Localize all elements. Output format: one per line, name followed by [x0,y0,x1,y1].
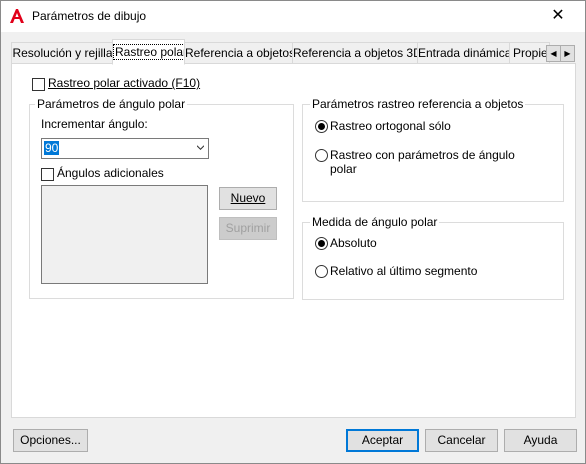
relative-last-segment-radio[interactable] [315,265,328,278]
polar-tracking-enabled-label: Rastreo polar activado (F10) [48,76,201,90]
increment-angle-combobox[interactable]: 90 [41,138,209,159]
absolute-label: Absoluto [330,236,377,250]
title-bar: Parámetros de dibujo ✕ [1,1,585,32]
autocad-logo-icon [10,9,24,23]
tab-strip: Resolución y rejilla Rastreo polar Refer… [11,39,574,65]
new-angle-button[interactable]: Nuevo [219,187,277,210]
orthogonal-only-label: Rastreo ortogonal sólo [330,119,451,133]
chevron-down-icon [197,145,204,150]
tab-snap-grid[interactable]: Resolución y rejilla [11,42,114,64]
tab-3d-object-snap[interactable]: Referencia a objetos 3D [292,42,418,64]
orthogonal-only-radio[interactable] [315,120,328,133]
polar-angle-settings-radio[interactable] [315,149,328,162]
relative-last-segment-label: Relativo al último segmento [330,264,478,278]
help-button[interactable]: Ayuda [504,429,577,452]
tab-scroll-right-icon[interactable]: ▶ [560,45,575,62]
tab-object-snap[interactable]: Referencia a objetos [184,42,293,64]
polar-tracking-page: Rastreo polar activado (F10) Parámetros … [11,63,576,418]
absolute-radio[interactable] [315,237,328,250]
tab-dynamic-input[interactable]: Entrada dinámica [417,42,510,64]
tab-scroll-left-icon[interactable]: ◀ [546,45,561,62]
polar-angle-settings-label-line2: polar [330,162,357,176]
additional-angles-label: Ángulos adicionales [57,166,164,180]
polar-angle-settings-label-line1: Rastreo con parámetros de ángulo [330,148,515,162]
osnap-tracking-settings-title: Parámetros rastreo referencia a objetos [310,97,526,111]
drawing-settings-dialog: Parámetros de dibujo ✕ Resolución y reji… [0,0,586,464]
delete-angle-button[interactable]: Suprimir [219,217,277,240]
increment-angle-value: 90 [44,141,60,155]
polar-angle-measurement-group [302,222,564,300]
additional-angles-list[interactable] [41,185,208,284]
close-button[interactable]: ✕ [547,5,569,27]
tab-properties[interactable]: Propie [509,42,550,64]
window-title: Parámetros de dibujo [32,9,147,23]
tab-polar-tracking[interactable]: Rastreo polar [112,39,185,65]
polar-angle-settings-title: Parámetros de ángulo polar [35,97,188,111]
polar-tracking-enabled-checkbox[interactable] [32,78,45,91]
options-button[interactable]: Opciones... [13,429,88,452]
increment-angle-label: Incrementar ángulo: [41,117,148,131]
additional-angles-checkbox[interactable] [41,168,54,181]
polar-angle-measurement-title: Medida de ángulo polar [310,215,440,229]
ok-button[interactable]: Aceptar [346,429,419,452]
cancel-button[interactable]: Cancelar [425,429,498,452]
